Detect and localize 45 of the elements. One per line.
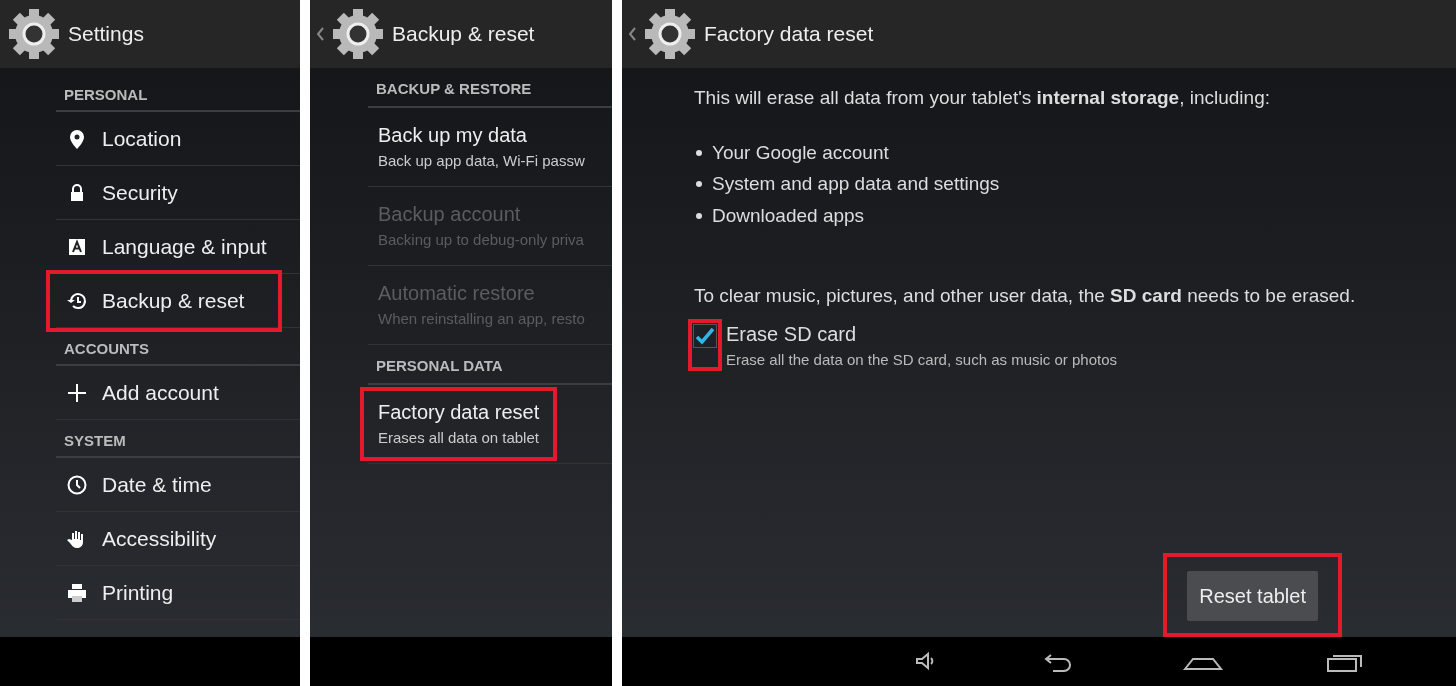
item-title[interactable]: Factory data reset <box>378 396 540 427</box>
item-title[interactable]: Back up my data <box>378 119 585 150</box>
settings-item[interactable]: Add account <box>56 367 229 418</box>
reset-button[interactable]: Reset tablet <box>1187 571 1318 621</box>
bullet-text: Your Google account <box>712 140 889 165</box>
gear-icon <box>642 6 698 62</box>
bullet-icon <box>696 181 702 188</box>
bullet-icon <box>696 149 702 156</box>
settings-item[interactable]: Location <box>56 113 192 164</box>
back-icon[interactable] <box>628 27 636 41</box>
checkbox[interactable] <box>688 318 722 371</box>
gear-icon <box>330 6 386 62</box>
settings-item[interactable]: Date & time <box>56 459 222 510</box>
section-header: SYSTEM <box>64 430 126 451</box>
check-icon <box>695 326 715 345</box>
screen-title: Settings <box>68 21 144 48</box>
checkbox-description: Erase all the data on the SD card, such as music or photos <box>726 349 1118 370</box>
settings-item[interactable]: Language & input <box>56 221 277 272</box>
item-summary: When reinstalling an app, resto <box>378 308 585 329</box>
settings-item[interactable]: Printing <box>56 567 184 618</box>
bullet-icon <box>696 212 702 219</box>
item-title: Automatic restore <box>378 280 536 306</box>
printer-icon <box>66 581 88 604</box>
intro-text: This will erase all data from your tablet's internal storage, including: <box>694 86 1271 110</box>
item-summary: Back up app data, Wi-Fi passw <box>378 150 585 171</box>
back-icon[interactable] <box>316 27 324 41</box>
bullet-text: Downloaded apps <box>712 203 865 228</box>
section-header: BACKUP & RESTORE <box>376 78 532 99</box>
bullet-text: System and app data and settings <box>712 172 1000 196</box>
section-header: PERSONAL <box>64 84 148 105</box>
clock-icon <box>66 473 88 496</box>
screen-title: Factory data reset <box>704 21 874 48</box>
checkbox-label: Erase SD card <box>726 321 858 347</box>
settings-item[interactable]: Security <box>56 167 188 218</box>
gear-icon <box>6 6 62 62</box>
section-header: PERSONAL DATA <box>376 355 503 376</box>
section-header: ACCOUNTS <box>64 338 149 359</box>
plus-icon <box>66 381 88 404</box>
sd-card-note: To clear music, pictures, and other user data, the SD card needs to be erased. <box>694 284 1357 308</box>
settings-item[interactable]: Backup & reset <box>46 269 283 332</box>
screen-title: Backup & reset <box>392 21 535 48</box>
item-summary: Backing up to debug-only priva <box>378 229 584 250</box>
item-summary: Erases all data on tablet <box>378 427 540 448</box>
item-title: Backup account <box>378 201 522 227</box>
settings-item[interactable]: Accessibility <box>56 513 227 564</box>
